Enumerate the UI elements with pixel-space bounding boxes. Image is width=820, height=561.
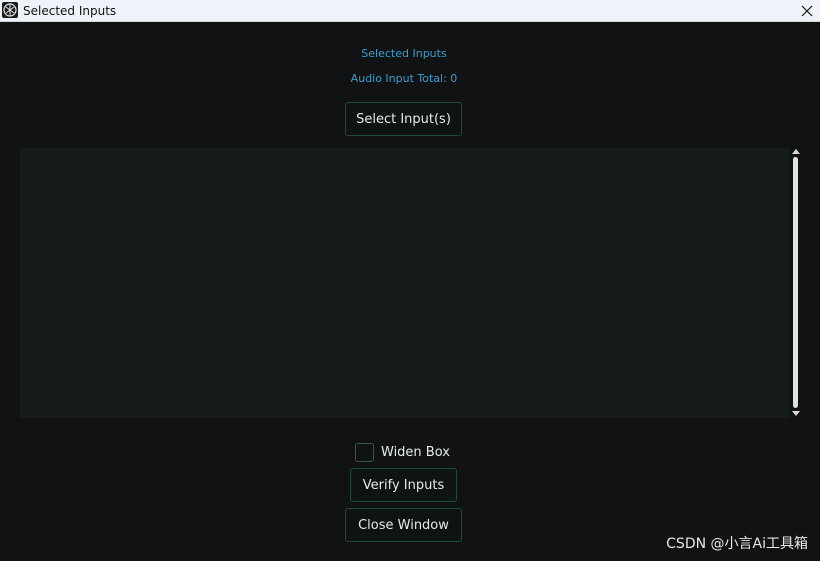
watermark: CSDN @小言Ai工具箱 — [666, 536, 808, 552]
widen-box-checkbox[interactable] — [355, 443, 374, 462]
close-icon[interactable] — [794, 0, 820, 21]
listbox-scrollbar[interactable] — [790, 148, 802, 418]
close-window-button[interactable]: Close Window — [345, 508, 462, 542]
select-inputs-button[interactable]: Select Input(s) — [345, 102, 462, 136]
scroll-thumb[interactable] — [793, 157, 798, 408]
scroll-down-arrow-icon[interactable] — [792, 411, 800, 416]
scroll-up-arrow-icon[interactable] — [792, 149, 800, 154]
widen-box-label: Widen Box — [381, 445, 450, 460]
verify-inputs-button[interactable]: Verify Inputs — [350, 468, 457, 502]
section-heading: Selected Inputs — [361, 47, 447, 60]
selected-inputs-listbox[interactable] — [20, 148, 790, 418]
title-bar: Selected Inputs — [0, 0, 820, 22]
window-title: Selected Inputs — [23, 4, 117, 18]
audio-input-total: Audio Input Total: 0 — [350, 72, 458, 85]
app-logo-icon — [2, 2, 18, 18]
